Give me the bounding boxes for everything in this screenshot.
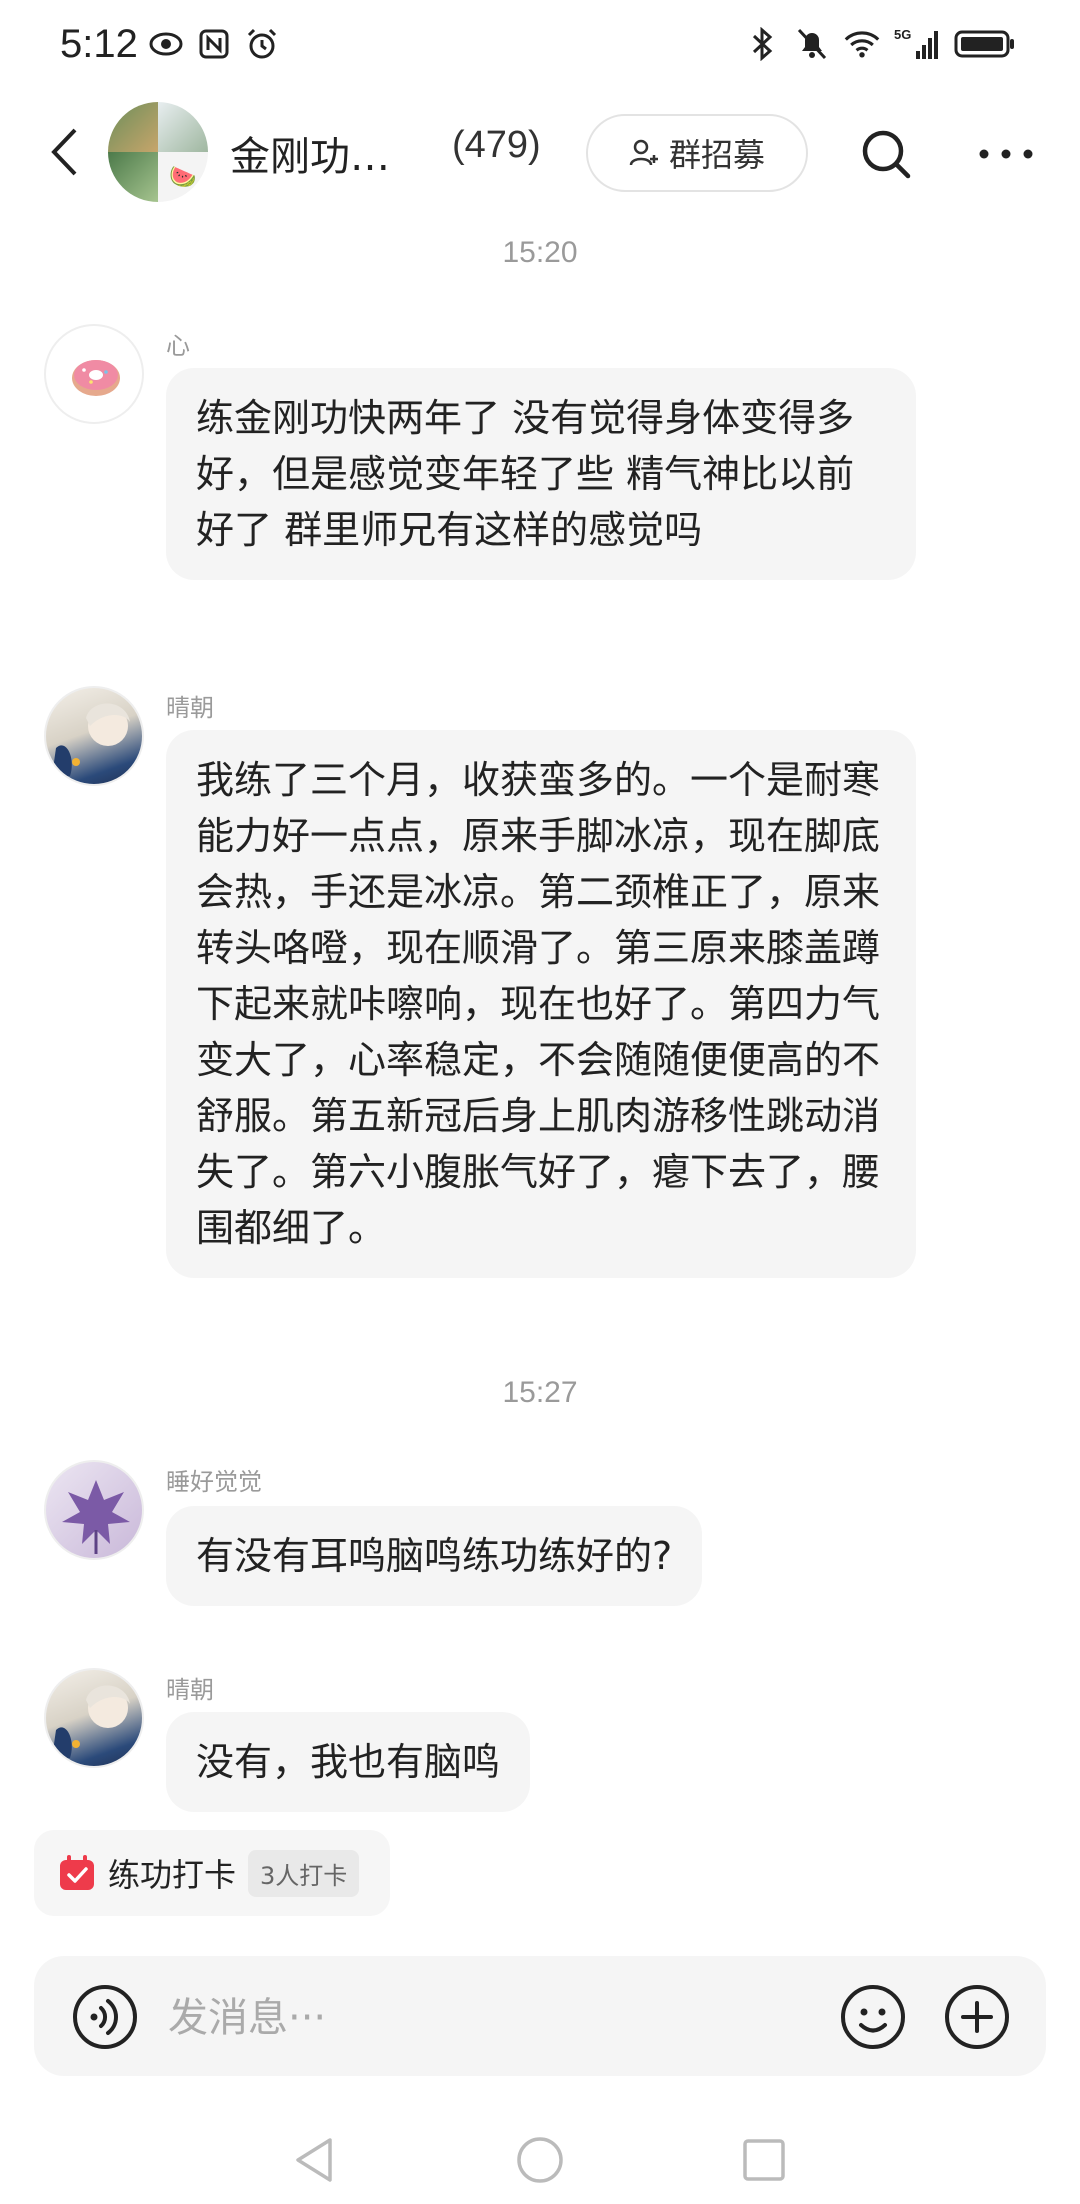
chat-header: 🍉 金刚功… (479) 群招募 bbox=[0, 96, 1080, 208]
purple-leaf-avatar-icon bbox=[62, 1480, 130, 1554]
sender-name: 晴朝 bbox=[166, 694, 214, 722]
member-count: (479) bbox=[452, 124, 541, 166]
status-bar: 5:12 5G bbox=[0, 0, 1080, 92]
voice-icon bbox=[73, 1985, 137, 2049]
anime-avatar-icon bbox=[52, 703, 130, 776]
signal-5g-icon: 5G bbox=[894, 26, 940, 62]
status-time: 5:12 bbox=[60, 22, 138, 66]
back-button[interactable] bbox=[40, 124, 88, 180]
square-recents-icon bbox=[743, 2139, 785, 2181]
group-avatar-tile bbox=[108, 102, 158, 152]
svg-text:5G: 5G bbox=[894, 27, 911, 42]
status-right-icons: 5G bbox=[744, 26, 1016, 62]
avatar[interactable] bbox=[44, 686, 144, 786]
group-avatar-tile bbox=[158, 102, 208, 152]
message-bubble[interactable]: 练金刚功快两年了 没有觉得身体变得多好，但是感觉变年轻了些 精气神比以前好了 群… bbox=[166, 368, 916, 580]
more-dots-icon bbox=[979, 149, 1033, 159]
emoji-button[interactable] bbox=[840, 1984, 906, 2050]
avatar[interactable] bbox=[44, 1460, 144, 1560]
add-user-icon bbox=[629, 139, 658, 166]
watermelon-icon: 🍉 bbox=[158, 152, 208, 202]
message-bubble[interactable]: 没有，我也有脑鸣 bbox=[166, 1712, 531, 1812]
nfc-icon bbox=[196, 26, 232, 62]
mute-icon bbox=[794, 26, 830, 62]
anime-avatar-icon bbox=[52, 1685, 130, 1758]
message-timestamp: 15:20 bbox=[502, 236, 578, 269]
checkin-count-badge: 3人打卡 bbox=[248, 1849, 360, 1897]
group-avatar[interactable]: 🍉 bbox=[108, 102, 208, 202]
eye-icon bbox=[148, 26, 184, 62]
sender-name: 睡好觉觉 bbox=[166, 1468, 262, 1496]
sender-name: 心 bbox=[166, 332, 190, 360]
message-bubble[interactable]: 我练了三个月，收获蛮多的。一个是耐寒能力好一点点，原来手脚冰凉，现在脚底会热，手… bbox=[166, 730, 916, 1278]
bluetooth-icon bbox=[744, 26, 780, 62]
checkin-label: 练功打卡 bbox=[108, 1856, 237, 1894]
recruit-button[interactable]: 群招募 bbox=[586, 114, 808, 192]
avatar[interactable] bbox=[44, 1668, 144, 1768]
message-input[interactable] bbox=[168, 1988, 728, 2048]
avatar[interactable] bbox=[44, 324, 144, 424]
sender-name: 晴朝 bbox=[166, 1676, 214, 1704]
wifi-icon bbox=[844, 26, 880, 62]
group-name[interactable]: 金刚功… bbox=[230, 124, 390, 182]
recruit-label: 群招募 bbox=[668, 136, 765, 174]
search-button[interactable] bbox=[856, 124, 916, 184]
nav-home-button[interactable] bbox=[510, 2130, 570, 2190]
voice-button[interactable] bbox=[72, 1984, 138, 2050]
system-nav-bar bbox=[0, 2110, 1080, 2204]
status-left-icons bbox=[148, 26, 280, 62]
nav-recents-button[interactable] bbox=[734, 2130, 794, 2190]
more-button[interactable] bbox=[976, 124, 1036, 184]
alarm-icon bbox=[244, 26, 280, 62]
checkin-chip[interactable]: 练功打卡 3人打卡 bbox=[34, 1830, 390, 1916]
triangle-back-icon bbox=[296, 2138, 332, 2182]
message-input-bar bbox=[34, 1956, 1046, 2076]
calendar-check-icon bbox=[60, 1855, 94, 1890]
search-icon bbox=[862, 130, 911, 179]
emoji-icon bbox=[841, 1985, 905, 2049]
nav-back-button[interactable] bbox=[284, 2130, 344, 2190]
group-avatar-tile bbox=[108, 152, 158, 202]
plus-button[interactable] bbox=[944, 1984, 1010, 2050]
message-bubble[interactable]: 有没有耳鸣脑鸣练功练好的? bbox=[166, 1506, 703, 1606]
donut-avatar-icon bbox=[72, 360, 120, 396]
plus-circle-icon bbox=[945, 1985, 1009, 2049]
chat-screen: 5:12 5G 🍉 金刚功… (479) 群招募 15:20 心 练金刚功快两年… bbox=[0, 0, 1080, 2204]
chevron-left-icon bbox=[51, 128, 77, 176]
message-timestamp: 15:27 bbox=[502, 1376, 578, 1409]
circle-home-icon bbox=[517, 2137, 563, 2183]
battery-icon bbox=[954, 26, 1016, 62]
